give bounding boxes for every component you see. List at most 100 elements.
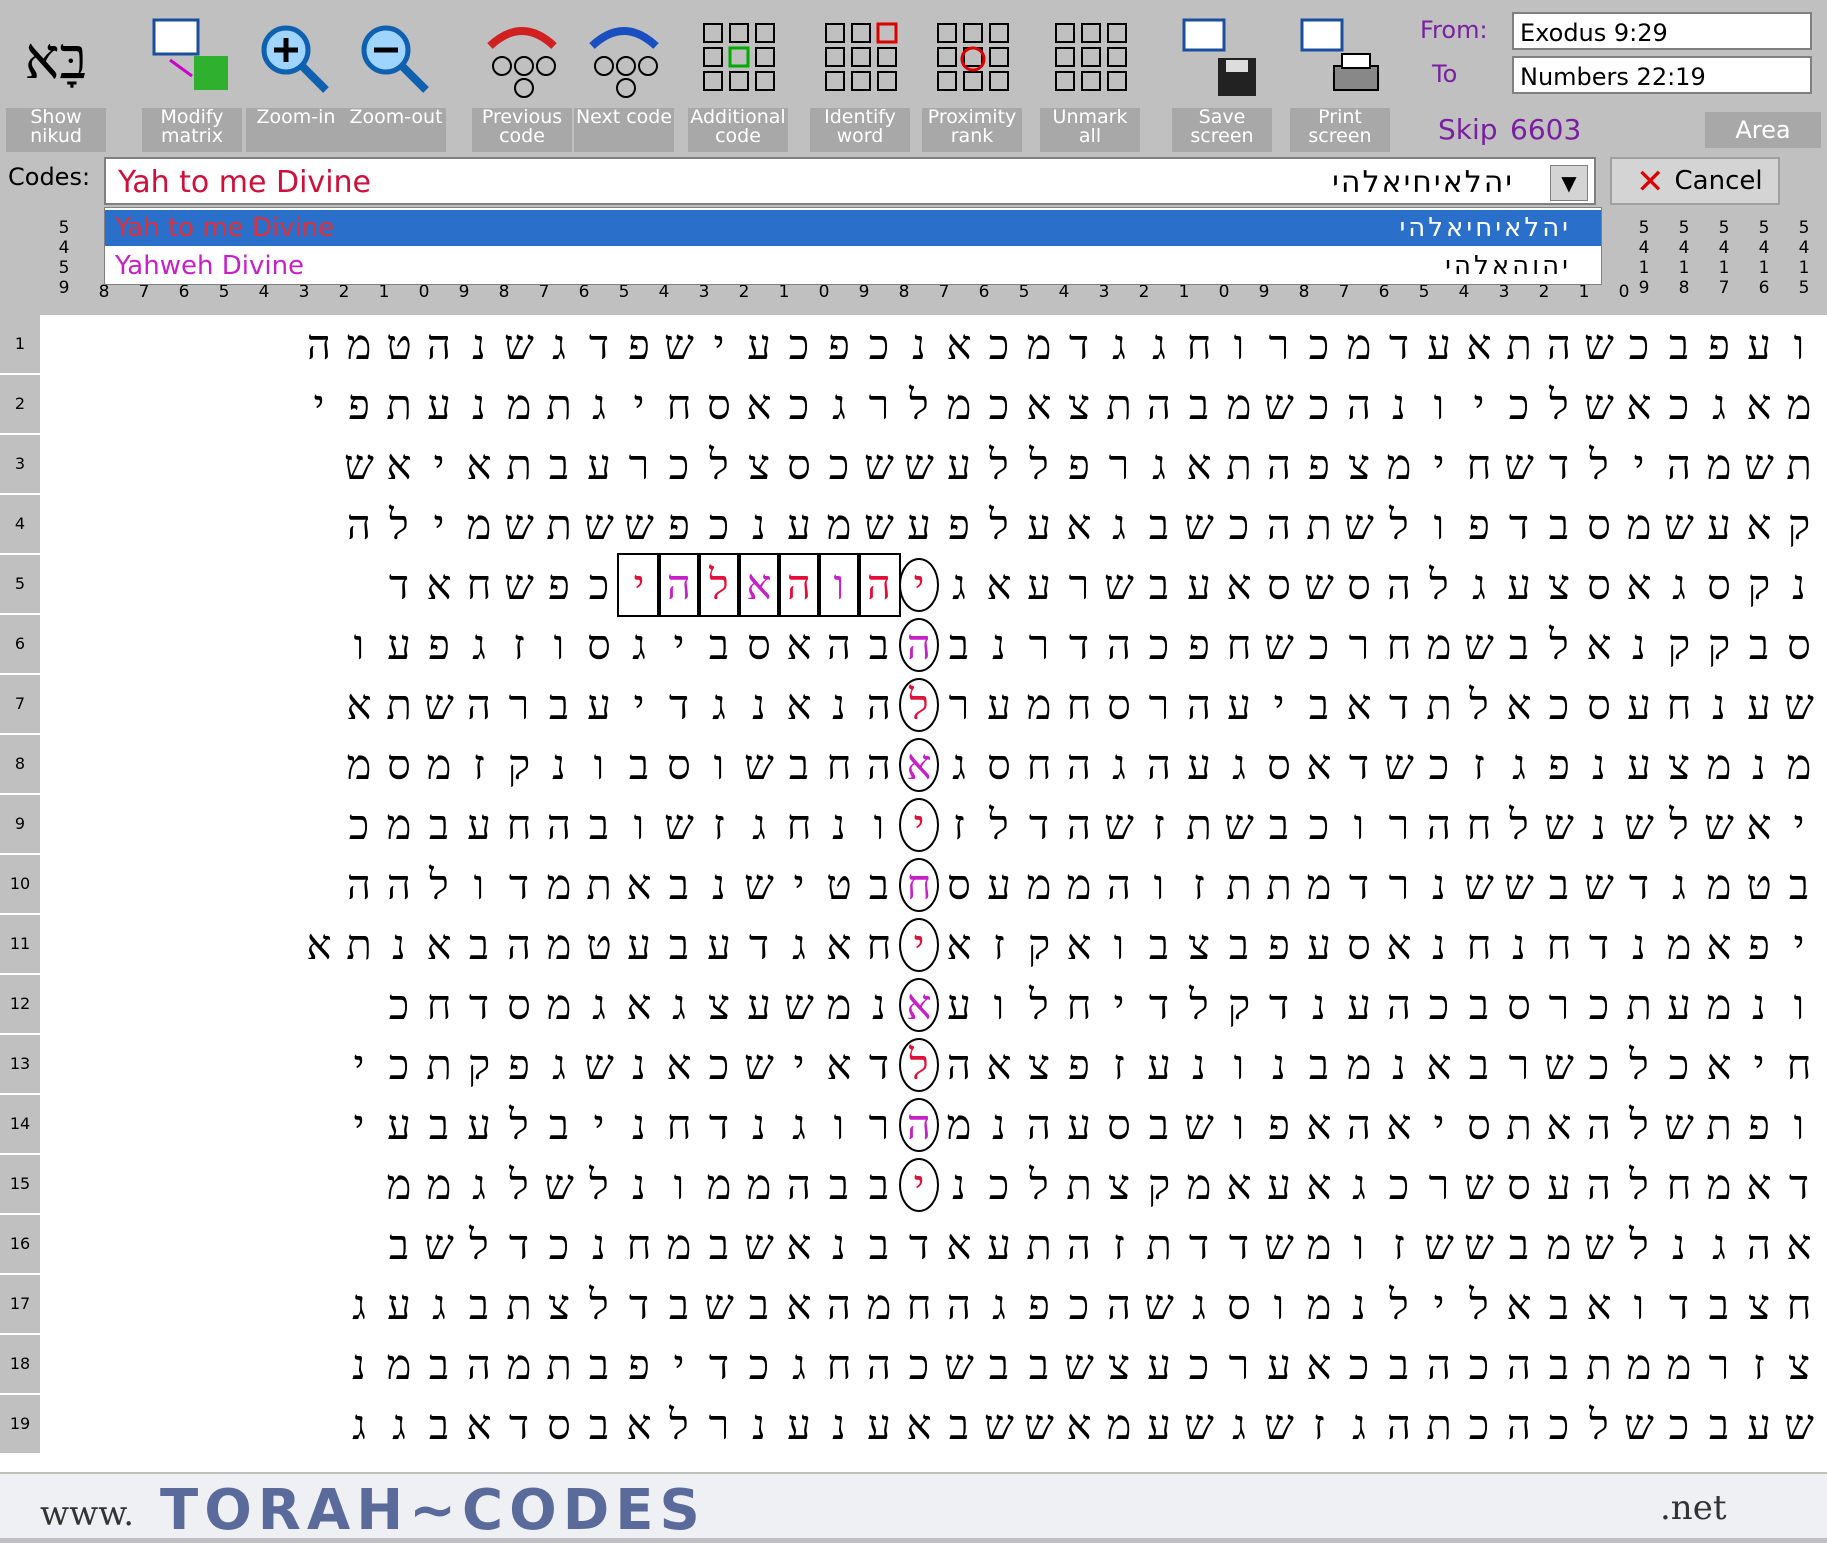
matrix-letter[interactable]: ב — [699, 1215, 739, 1275]
matrix-letter[interactable]: ג — [579, 375, 619, 435]
matrix-letter[interactable]: ל — [419, 855, 459, 915]
matrix-letter[interactable]: ב — [1659, 315, 1699, 375]
matrix-letter[interactable]: פ — [619, 1335, 659, 1395]
matrix-letter[interactable]: פ — [499, 1035, 539, 1095]
matrix-letter[interactable]: ל — [1019, 435, 1059, 495]
matrix-letter[interactable]: ל — [1539, 615, 1579, 675]
matrix-letter[interactable]: י — [1779, 915, 1819, 975]
matrix-letter[interactable]: ד — [1539, 435, 1579, 495]
matrix-letter[interactable]: ה — [1099, 615, 1139, 675]
matrix-letter[interactable]: ד — [499, 1395, 539, 1455]
matrix-letter[interactable]: ח — [1659, 1155, 1699, 1215]
matrix-letter[interactable]: ע — [1139, 1335, 1179, 1395]
matrix-letter[interactable]: א — [1699, 915, 1739, 975]
matrix-letter[interactable]: מ — [1419, 615, 1459, 675]
matrix-letter[interactable]: ח — [419, 975, 459, 1035]
matrix-letter[interactable]: ע — [1619, 735, 1659, 795]
matrix-letter[interactable]: ש — [1179, 1095, 1219, 1155]
matrix-letter[interactable]: ק — [1019, 915, 1059, 975]
matrix-letter[interactable]: צ — [539, 1275, 579, 1335]
matrix-letter[interactable]: ג — [1139, 435, 1179, 495]
matrix-letter[interactable]: ב — [1299, 675, 1339, 735]
matrix-letter[interactable]: ש — [1259, 375, 1299, 435]
matrix-letter[interactable]: א — [1459, 315, 1499, 375]
matrix-letter[interactable]: י — [1619, 435, 1659, 495]
matrix-letter[interactable]: נ — [739, 1395, 779, 1455]
matrix-letter[interactable]: ר — [1099, 435, 1139, 495]
matrix-letter[interactable]: מ — [419, 735, 459, 795]
matrix-letter[interactable]: ח — [1179, 315, 1219, 375]
matrix-letter[interactable]: י — [1419, 1275, 1459, 1335]
matrix-letter[interactable]: י — [899, 918, 939, 972]
matrix-letter[interactable]: ד — [499, 1215, 539, 1275]
matrix-letter[interactable]: פ — [1179, 615, 1219, 675]
matrix-letter[interactable]: ק — [1699, 615, 1739, 675]
matrix-letter[interactable]: ד — [739, 915, 779, 975]
matrix-letter[interactable]: נ — [939, 1155, 979, 1215]
matrix-letter[interactable]: ג — [1499, 735, 1539, 795]
matrix-letter[interactable]: ש — [1579, 315, 1619, 375]
matrix-letter[interactable]: ס — [1099, 1095, 1139, 1155]
matrix-letter[interactable]: ל — [1379, 495, 1419, 555]
matrix-letter[interactable]: ש — [779, 975, 819, 1035]
matrix-letter[interactable]: כ — [1579, 1035, 1619, 1095]
matrix-letter[interactable]: ד — [699, 1335, 739, 1395]
matrix-letter[interactable]: ו — [339, 615, 379, 675]
matrix-letter[interactable]: כ — [1619, 315, 1659, 375]
matrix-letter[interactable]: מ — [1299, 855, 1339, 915]
matrix-letter[interactable]: ב — [659, 1275, 699, 1335]
matrix-letter[interactable]: ב — [1539, 495, 1579, 555]
matrix-letter[interactable]: ס — [979, 735, 1019, 795]
matrix-letter[interactable]: ח — [619, 1215, 659, 1275]
matrix-letter[interactable]: ח — [1539, 915, 1579, 975]
matrix-letter[interactable]: י — [579, 1095, 619, 1155]
dropdown-arrow-icon[interactable]: ▼ — [1550, 165, 1588, 201]
matrix-letter[interactable]: ח — [1059, 675, 1099, 735]
matrix-letter[interactable]: ג — [1099, 495, 1139, 555]
matrix-letter[interactable]: מ — [1699, 855, 1739, 915]
matrix-letter[interactable]: ח — [1059, 975, 1099, 1035]
matrix-letter[interactable]: נ — [379, 915, 419, 975]
matrix-letter[interactable]: ל — [379, 495, 419, 555]
matrix-letter[interactable]: ל — [1619, 1215, 1659, 1275]
matrix-letter[interactable]: ב — [659, 915, 699, 975]
matrix-letter[interactable]: ל — [697, 553, 741, 617]
matrix-letter[interactable]: ז — [1099, 1035, 1139, 1095]
matrix-letter[interactable]: ק — [1219, 975, 1259, 1035]
matrix-letter[interactable]: ש — [1659, 495, 1699, 555]
matrix-letter[interactable]: ג — [939, 735, 979, 795]
matrix-letter[interactable]: נ — [739, 495, 779, 555]
matrix-letter[interactable]: מ — [1699, 435, 1739, 495]
matrix-letter[interactable]: ה — [1579, 1095, 1619, 1155]
matrix-letter[interactable]: ז — [459, 735, 499, 795]
matrix-letter[interactable]: ו — [659, 1155, 699, 1215]
matrix-letter[interactable]: ש — [1299, 555, 1339, 615]
matrix-letter[interactable]: ת — [1179, 795, 1219, 855]
matrix-letter[interactable]: ו — [1339, 795, 1379, 855]
matrix-letter[interactable]: ג — [539, 1035, 579, 1095]
matrix-letter[interactable]: מ — [1699, 1155, 1739, 1215]
matrix-letter[interactable]: ה — [1659, 435, 1699, 495]
matrix-letter[interactable]: י — [617, 553, 661, 617]
matrix-letter[interactable]: י — [699, 315, 739, 375]
matrix-letter[interactable]: ב — [859, 1155, 899, 1215]
matrix-letter[interactable]: ע — [699, 915, 739, 975]
matrix-letter[interactable]: ו — [1219, 1095, 1259, 1155]
matrix-letter[interactable]: ש — [1179, 495, 1219, 555]
matrix-letter[interactable]: ש — [659, 795, 699, 855]
matrix-letter[interactable]: פ — [339, 375, 379, 435]
matrix-letter[interactable]: כ — [1579, 975, 1619, 1035]
matrix-letter[interactable]: ע — [1179, 735, 1219, 795]
matrix-letter[interactable]: ל — [1459, 1275, 1499, 1335]
matrix-letter[interactable]: י — [659, 1335, 699, 1395]
matrix-letter[interactable]: ב — [579, 795, 619, 855]
matrix-letter[interactable]: כ — [1299, 315, 1339, 375]
matrix-letter[interactable]: פ — [939, 495, 979, 555]
matrix-letter[interactable]: כ — [1179, 1335, 1219, 1395]
matrix-letter[interactable]: ו — [817, 553, 861, 617]
matrix-letter[interactable]: ע — [1739, 1395, 1779, 1455]
matrix-letter[interactable]: נ — [899, 315, 939, 375]
matrix-letter[interactable]: ב — [859, 855, 899, 915]
matrix-letter[interactable]: ש — [1779, 675, 1819, 735]
matrix-letter[interactable]: ת — [539, 495, 579, 555]
